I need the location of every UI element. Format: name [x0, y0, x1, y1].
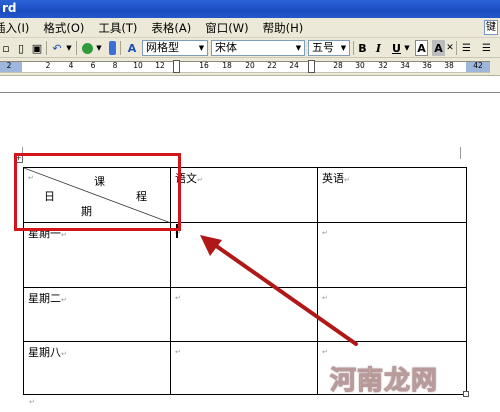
annotation-arrow: [200, 235, 358, 346]
watermark: 河南龙网: [329, 366, 439, 397]
